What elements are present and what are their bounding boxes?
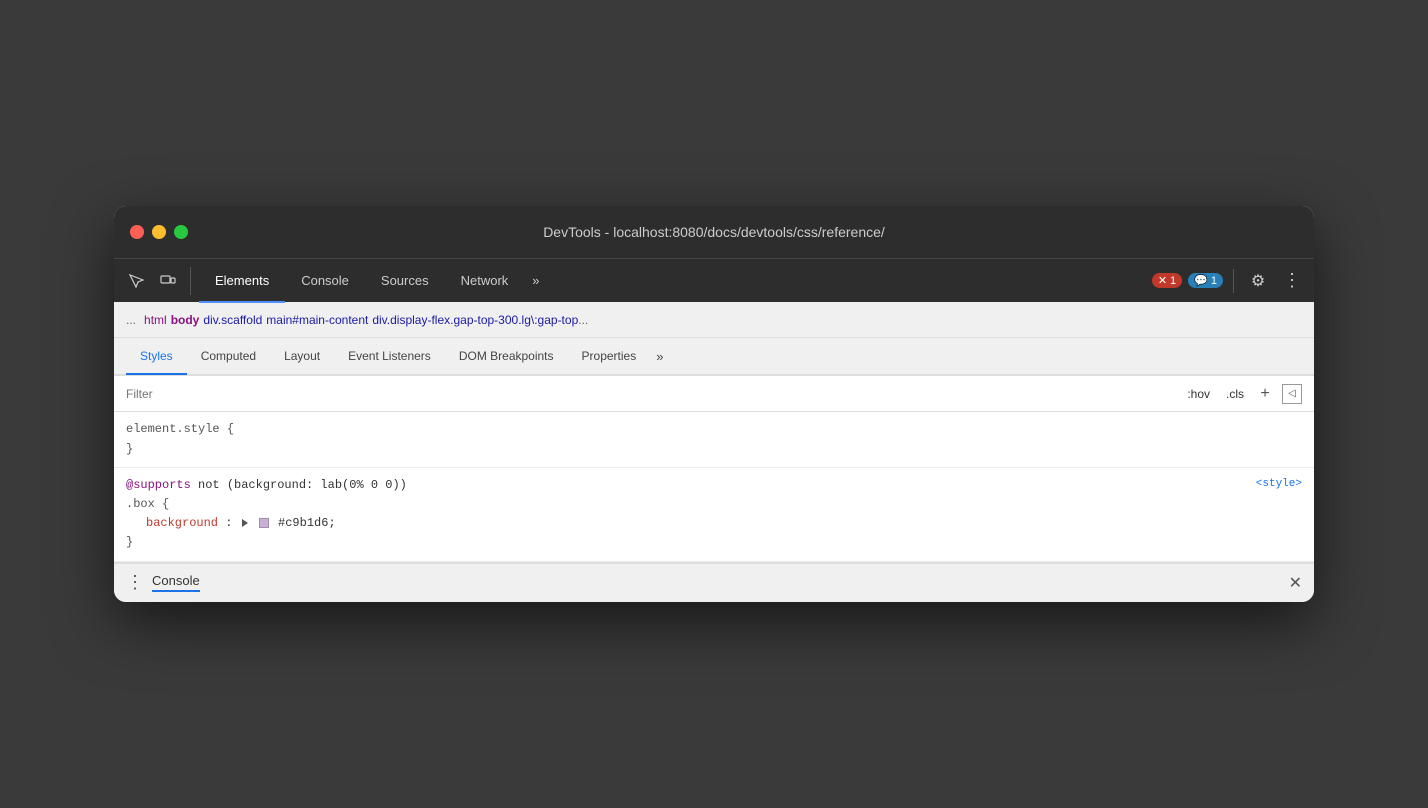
- element-style-selector: element.style {: [126, 420, 1302, 439]
- console-close-button[interactable]: ✕: [1289, 573, 1302, 593]
- tab-computed[interactable]: Computed: [187, 337, 270, 375]
- supports-atrule-line: @supports not (background: lab(0% 0 0)): [126, 476, 1302, 495]
- tab-layout[interactable]: Layout: [270, 337, 334, 375]
- divider: [1233, 269, 1234, 293]
- titlebar: DevTools - localhost:8080/docs/devtools/…: [114, 206, 1314, 258]
- devtools-tabbar: Elements Console Sources Network » ✕ 1 💬…: [114, 258, 1314, 302]
- cls-button[interactable]: .cls: [1222, 385, 1248, 403]
- filter-input[interactable]: [126, 387, 1183, 401]
- color-swatch[interactable]: [259, 518, 269, 528]
- toggle-sidebar-button[interactable]: ◁: [1282, 384, 1302, 404]
- tab-network[interactable]: Network: [445, 259, 525, 303]
- breadcrumb-main[interactable]: main#main-content: [266, 313, 368, 327]
- window-title: DevTools - localhost:8080/docs/devtools/…: [543, 224, 885, 240]
- message-badge[interactable]: 💬 1: [1188, 273, 1223, 288]
- maximize-button[interactable]: [174, 225, 188, 239]
- breadcrumb-body[interactable]: body: [171, 313, 200, 327]
- devtools-icons: [122, 267, 191, 295]
- message-icon: 💬: [1194, 274, 1208, 287]
- error-icon: ✕: [1158, 274, 1167, 287]
- tab-console[interactable]: Console: [285, 259, 365, 303]
- supports-close-line: }: [126, 533, 1302, 552]
- devtools-window: DevTools - localhost:8080/docs/devtools/…: [114, 206, 1314, 601]
- console-menu-button[interactable]: ⋮: [126, 572, 144, 593]
- filter-actions: :hov .cls + ◁: [1183, 384, 1302, 404]
- tab-event-listeners[interactable]: Event Listeners: [334, 337, 445, 375]
- tab-properties[interactable]: Properties: [568, 337, 651, 375]
- console-bar: ⋮ Console ✕: [114, 562, 1314, 602]
- tab-sources[interactable]: Sources: [365, 259, 445, 303]
- tab-right-controls: ✕ 1 💬 1 ⚙ ⋮: [1152, 267, 1306, 295]
- color-expand-arrow[interactable]: [242, 519, 248, 527]
- settings-icon[interactable]: ⚙: [1244, 267, 1272, 295]
- traffic-lights: [130, 225, 188, 239]
- panel-more-tabs[interactable]: »: [650, 349, 669, 364]
- inspect-icon[interactable]: [122, 267, 150, 295]
- supports-block: <style> @supports not (background: lab(0…: [114, 468, 1314, 562]
- close-button[interactable]: [130, 225, 144, 239]
- breadcrumb-html[interactable]: html: [144, 313, 167, 327]
- breadcrumb-bar: ... html body div.scaffold main#main-con…: [114, 302, 1314, 338]
- error-badge[interactable]: ✕ 1: [1152, 273, 1182, 288]
- minimize-button[interactable]: [152, 225, 166, 239]
- panel-tabs: Styles Computed Layout Event Listeners D…: [114, 338, 1314, 376]
- more-tabs-button[interactable]: »: [524, 273, 547, 288]
- tab-elements[interactable]: Elements: [199, 259, 285, 303]
- supports-selector-line: .box {: [126, 495, 1302, 514]
- breadcrumb-div-flex[interactable]: div.display-flex.gap-top-300.lg\:gap-top: [372, 313, 578, 327]
- hov-button[interactable]: :hov: [1183, 385, 1214, 403]
- device-toolbar-icon[interactable]: [154, 267, 182, 295]
- supports-property-line: background : #c9b1d6;: [126, 514, 1302, 533]
- style-link[interactable]: <style>: [1256, 476, 1302, 494]
- element-style-block: element.style { }: [114, 412, 1314, 467]
- add-class-button[interactable]: +: [1256, 385, 1274, 403]
- more-options-icon[interactable]: ⋮: [1278, 267, 1306, 295]
- filter-bar: :hov .cls + ◁: [114, 376, 1314, 412]
- breadcrumb-more-left[interactable]: ...: [126, 313, 136, 327]
- tab-dom-breakpoints[interactable]: DOM Breakpoints: [445, 337, 568, 375]
- css-panel: element.style { } <style> @supports not …: [114, 412, 1314, 561]
- breadcrumb-div-scaffold[interactable]: div.scaffold: [203, 313, 262, 327]
- tab-styles[interactable]: Styles: [126, 337, 187, 375]
- element-style-close: }: [126, 440, 1302, 459]
- breadcrumb-more-right[interactable]: ...: [578, 313, 588, 327]
- console-title: Console: [152, 573, 200, 592]
